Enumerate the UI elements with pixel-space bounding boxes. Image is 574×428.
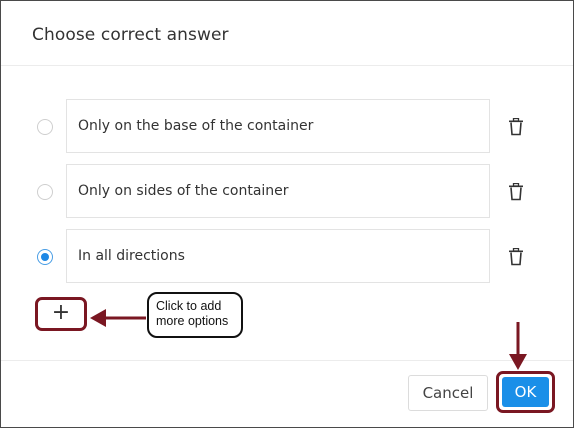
arrow-left-icon — [90, 309, 146, 327]
arrow-down-icon — [509, 322, 527, 370]
annotation-arrows — [90, 309, 527, 370]
